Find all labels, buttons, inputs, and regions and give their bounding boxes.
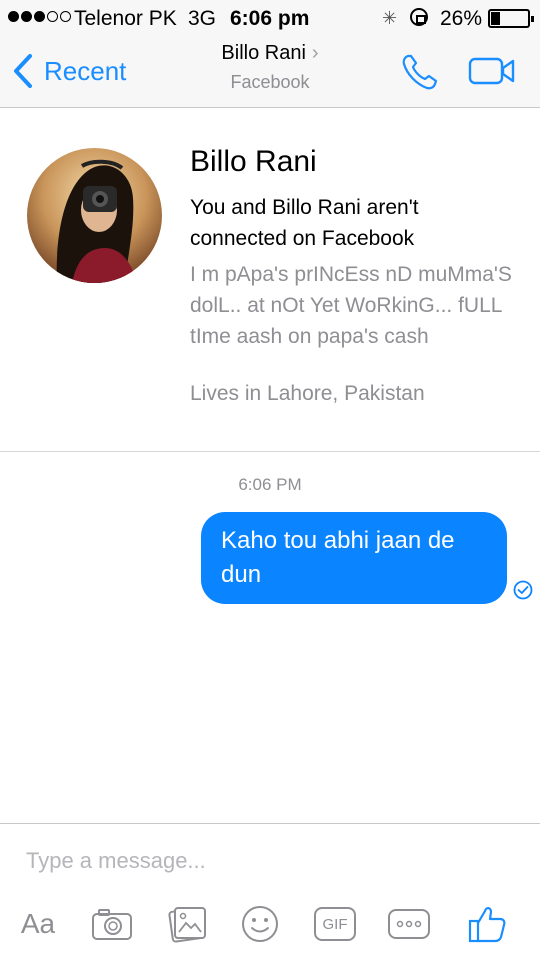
more-icon[interactable]	[386, 902, 432, 946]
profile-location: Lives in Lahore, Pakistan	[190, 382, 425, 405]
message-timestamp: 6:06 PM	[238, 475, 302, 494]
rotation-lock-icon	[410, 8, 428, 26]
back-label: Recent	[44, 55, 127, 86]
message-composer: Aa GIF	[0, 823, 540, 960]
gif-icon[interactable]: GIF	[312, 902, 358, 946]
battery-level-fill	[491, 12, 500, 25]
status-time: 6:06 pm	[230, 7, 310, 30]
avatar[interactable]	[27, 148, 162, 283]
emoji-icon[interactable]	[238, 902, 282, 946]
battery-icon	[488, 9, 534, 28]
activity-spinner-icon: ✳	[382, 8, 398, 28]
carrier-name: Telenor PK	[74, 7, 177, 30]
gif-label: GIF	[314, 907, 356, 941]
text-size-icon[interactable]: Aa	[16, 902, 60, 946]
thumbs-up-icon[interactable]	[464, 902, 510, 946]
signal-strength-icon	[8, 11, 71, 22]
outgoing-message-bubble[interactable]: Kaho tou abhi jaan de dun	[201, 512, 507, 604]
message-text: Kaho tou abhi jaan de dun	[221, 527, 455, 588]
message-input[interactable]	[26, 844, 506, 878]
camera-icon[interactable]	[90, 902, 134, 946]
status-bar: Telenor PK 3G 6:06 pm ✳ 26%	[0, 0, 540, 36]
conversation-title[interactable]: Billo Rani ›	[170, 42, 370, 65]
profile-bio: I m pApa's prINcEss nD muMma'S dolL.. at…	[190, 263, 512, 348]
connection-status-text: You and Billo Rani aren't connected on F…	[190, 196, 419, 250]
conversation-title-text: Billo Rani	[221, 42, 306, 64]
chevron-left-icon	[14, 54, 32, 88]
network-type: 3G	[188, 7, 217, 30]
profile-photo	[27, 148, 162, 283]
conversation-subtitle: Facebook	[230, 72, 310, 92]
profile-name: Billo Rani	[190, 145, 317, 178]
phone-icon[interactable]	[400, 52, 440, 92]
back-button[interactable]: Recent	[12, 50, 126, 92]
photo-gallery-icon[interactable]	[165, 902, 209, 946]
battery-percent: 26%	[440, 7, 483, 30]
sent-check-icon	[513, 580, 533, 600]
chevron-right-icon: ›	[311, 42, 319, 64]
divider	[0, 451, 540, 452]
nav-bar: Recent Billo Rani › Facebook	[0, 36, 540, 108]
video-camera-icon[interactable]	[468, 54, 516, 88]
